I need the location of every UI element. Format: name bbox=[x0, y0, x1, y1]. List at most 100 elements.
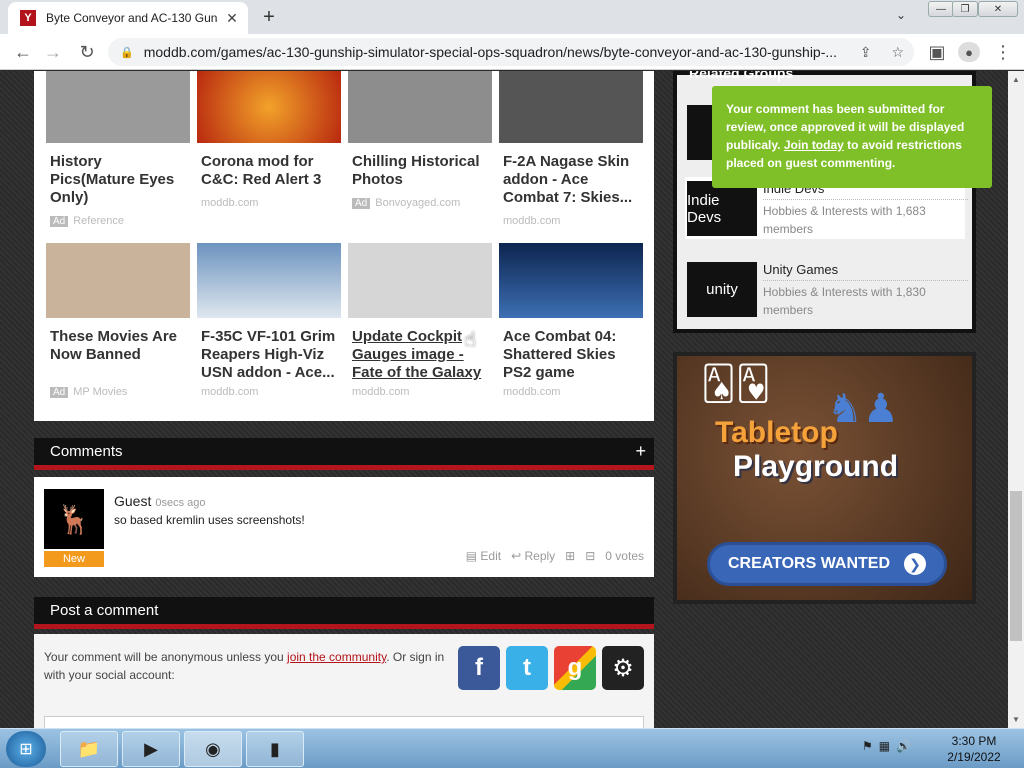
upvote-icon[interactable]: ⊞ bbox=[565, 549, 575, 563]
new-tab-button[interactable]: + bbox=[258, 6, 280, 28]
rec-card[interactable]: F-35C VF-101 Grim Reapers High-Viz USN a… bbox=[197, 243, 341, 398]
command-prompt-icon[interactable]: ▮ bbox=[246, 731, 304, 767]
rec-card[interactable]: F-2A Nagase Skin addon - Ace Combat 7: S… bbox=[499, 71, 643, 227]
rec-thumbnail[interactable] bbox=[499, 71, 643, 143]
rec-card[interactable]: Chilling Historical Photos Ad Bonvoyaged.… bbox=[348, 71, 492, 209]
reload-icon[interactable]: ↻ bbox=[76, 42, 98, 62]
browser-tab[interactable]: Y Byte Conveyor and AC-130 Gunship ✕ bbox=[8, 2, 248, 34]
google-icon[interactable]: g bbox=[554, 646, 596, 690]
comments-heading: Comments bbox=[50, 443, 123, 460]
unity-logo-icon[interactable]: unity bbox=[687, 262, 757, 317]
network-icon[interactable]: ▦ bbox=[879, 739, 890, 753]
action-center-flag-icon[interactable]: ⚑ bbox=[862, 739, 873, 753]
system-tray: ⚑ ▦ 🔊 bbox=[862, 739, 911, 753]
rec-title[interactable]: Ace Combat 04: Shattered Skies PS2 game bbox=[499, 328, 643, 382]
rec-title[interactable]: Corona mod for C&C: Red Alert 3 bbox=[197, 153, 341, 189]
volume-icon[interactable]: 🔊 bbox=[896, 739, 911, 753]
downvote-icon[interactable]: ⊟ bbox=[585, 549, 595, 563]
rec-thumbnail[interactable] bbox=[348, 243, 492, 318]
rec-thumbnail[interactable] bbox=[46, 71, 190, 143]
tab-close-icon[interactable]: ✕ bbox=[224, 10, 240, 26]
rec-source-text: moddb.com bbox=[503, 386, 561, 398]
ad-tag: Ad bbox=[50, 386, 69, 398]
file-explorer-icon[interactable]: 📁 bbox=[60, 731, 118, 767]
rec-source: Ad MP Movies bbox=[46, 386, 190, 398]
reply-link[interactable]: ↩ Reply bbox=[511, 549, 555, 563]
join-community-link[interactable]: join the community bbox=[287, 650, 386, 664]
facebook-icon[interactable]: f bbox=[458, 646, 500, 690]
rec-title[interactable]: These Movies Are Now Banned bbox=[46, 328, 190, 364]
ad-tag: Ad bbox=[50, 215, 69, 227]
menu-dots-icon[interactable]: ⋮ bbox=[992, 42, 1014, 62]
minimize-button[interactable]: — bbox=[928, 1, 954, 17]
indie-devs-logo-icon[interactable]: Indie Devs bbox=[687, 181, 757, 236]
browser-toolbar: ← → ↻ 🔒 moddb.com/games/ac-130-gunship-s… bbox=[0, 34, 1024, 70]
rec-source-text: moddb.com bbox=[352, 386, 410, 398]
group-name[interactable]: Unity Games bbox=[763, 262, 838, 277]
rec-source-text: Bonvoyaged.com bbox=[375, 197, 461, 209]
rec-title[interactable]: History Pics(Mature Eyes Only) bbox=[46, 153, 190, 207]
rec-thumbnail[interactable] bbox=[46, 243, 190, 318]
scroll-down-arrow-icon[interactable]: ▼ bbox=[1012, 715, 1020, 724]
rec-source-text: moddb.com bbox=[201, 386, 259, 398]
rec-title[interactable]: F-2A Nagase Skin addon - Ace Combat 7: S… bbox=[499, 153, 643, 207]
post-comment-heading: Post a comment bbox=[50, 602, 159, 619]
bookmark-star-icon[interactable]: ☆ bbox=[891, 44, 904, 61]
join-today-link[interactable]: Join today bbox=[784, 138, 844, 152]
page-scrollbar[interactable]: ▲ ▼ bbox=[1008, 71, 1024, 728]
scroll-up-arrow-icon[interactable]: ▲ bbox=[1012, 75, 1020, 84]
ad-tag: Ad bbox=[352, 197, 371, 209]
profile-avatar-icon[interactable]: ● bbox=[958, 42, 980, 62]
new-badge: New bbox=[44, 551, 104, 567]
vote-count: 0 votes bbox=[605, 549, 644, 563]
close-window-button[interactable]: ✕ bbox=[978, 1, 1018, 17]
share-icon[interactable]: ⇪ bbox=[860, 44, 872, 61]
comment-author-line: Guest 0secs ago bbox=[114, 493, 206, 509]
rec-title[interactable]: F-35C VF-101 Grim Reapers High-Viz USN a… bbox=[197, 328, 341, 382]
rec-card[interactable]: Ace Combat 04: Shattered Skies PS2 game … bbox=[499, 243, 643, 398]
start-button-windows-icon[interactable]: ⊞ bbox=[6, 731, 46, 767]
rec-card[interactable]: Corona mod for C&C: Red Alert 3 moddb.co… bbox=[197, 71, 341, 209]
moddb-favicon-icon: Y bbox=[20, 10, 36, 26]
rec-title[interactable]: Chilling Historical Photos bbox=[348, 153, 492, 189]
chrome-icon[interactable]: ◉ bbox=[184, 731, 242, 767]
side-panel-icon[interactable]: ▣ bbox=[926, 42, 948, 62]
clock[interactable]: 3:30 PM 2/19/2022 bbox=[938, 733, 1010, 765]
rec-card[interactable]: These Movies Are Now Banned Ad MP Movies bbox=[46, 243, 190, 398]
comment-time: 0secs ago bbox=[155, 497, 206, 509]
rec-source-text: moddb.com bbox=[201, 197, 259, 209]
playing-cards-icon: 🂡🂱 bbox=[701, 365, 771, 403]
comment-author[interactable]: Guest bbox=[114, 493, 151, 509]
rec-thumbnail[interactable] bbox=[197, 243, 341, 318]
address-bar[interactable]: 🔒 moddb.com/games/ac-130-gunship-simulat… bbox=[108, 38, 914, 66]
expand-plus-icon[interactable]: + bbox=[635, 441, 646, 462]
ad-title-line1: Tabletop bbox=[715, 416, 838, 449]
comment-text: so based kremlin uses screenshots! bbox=[114, 513, 305, 527]
rec-source-text: moddb.com bbox=[503, 215, 561, 227]
rec-thumbnail[interactable] bbox=[197, 71, 341, 143]
media-player-icon[interactable]: ▶ bbox=[122, 731, 180, 767]
steam-icon[interactable]: ⚙ bbox=[602, 646, 644, 690]
scroll-thumb[interactable] bbox=[1010, 491, 1022, 641]
rec-thumbnail[interactable] bbox=[499, 243, 643, 318]
post-comment-notice: Your comment will be anonymous unless yo… bbox=[44, 648, 454, 684]
rec-card[interactable]: Update Cockpit Gauges image - Fate of th… bbox=[348, 243, 492, 398]
tabletop-playground-ad[interactable]: 🂡🂱 ♞♟ Tabletop Playground CREATORS WANTE… bbox=[673, 352, 976, 604]
restore-button[interactable]: ❐ bbox=[952, 1, 978, 17]
rec-source: moddb.com bbox=[348, 386, 492, 398]
rec-source: Ad Bonvoyaged.com bbox=[348, 197, 492, 209]
forward-arrow-icon[interactable]: → bbox=[42, 42, 64, 62]
windows-taskbar: ⊞ 📁 ▶ ◉ ▮ ⚑ ▦ 🔊 3:30 PM 2/19/2022 bbox=[0, 728, 1024, 768]
creators-wanted-button[interactable]: CREATORS WANTED ❯ bbox=[707, 542, 947, 586]
tab-search-chevron-icon[interactable]: ⌄ bbox=[896, 8, 906, 22]
rec-thumbnail[interactable] bbox=[348, 71, 492, 143]
comment-textarea[interactable] bbox=[44, 716, 644, 728]
back-arrow-icon[interactable]: ← bbox=[12, 42, 34, 62]
twitter-icon[interactable]: t bbox=[506, 646, 548, 690]
post-comment-body: Your comment will be anonymous unless yo… bbox=[34, 634, 654, 728]
submission-toast[interactable]: Your comment has been submitted for revi… bbox=[712, 86, 992, 188]
guest-avatar-deer-icon[interactable]: 🦌 bbox=[44, 489, 104, 549]
rec-card[interactable]: History Pics(Mature Eyes Only) Ad Referen… bbox=[46, 71, 190, 227]
edit-link[interactable]: ▤ Edit bbox=[466, 549, 501, 563]
group-item-unity-games[interactable]: unity Unity Games Hobbies & Interests wi… bbox=[685, 258, 968, 320]
